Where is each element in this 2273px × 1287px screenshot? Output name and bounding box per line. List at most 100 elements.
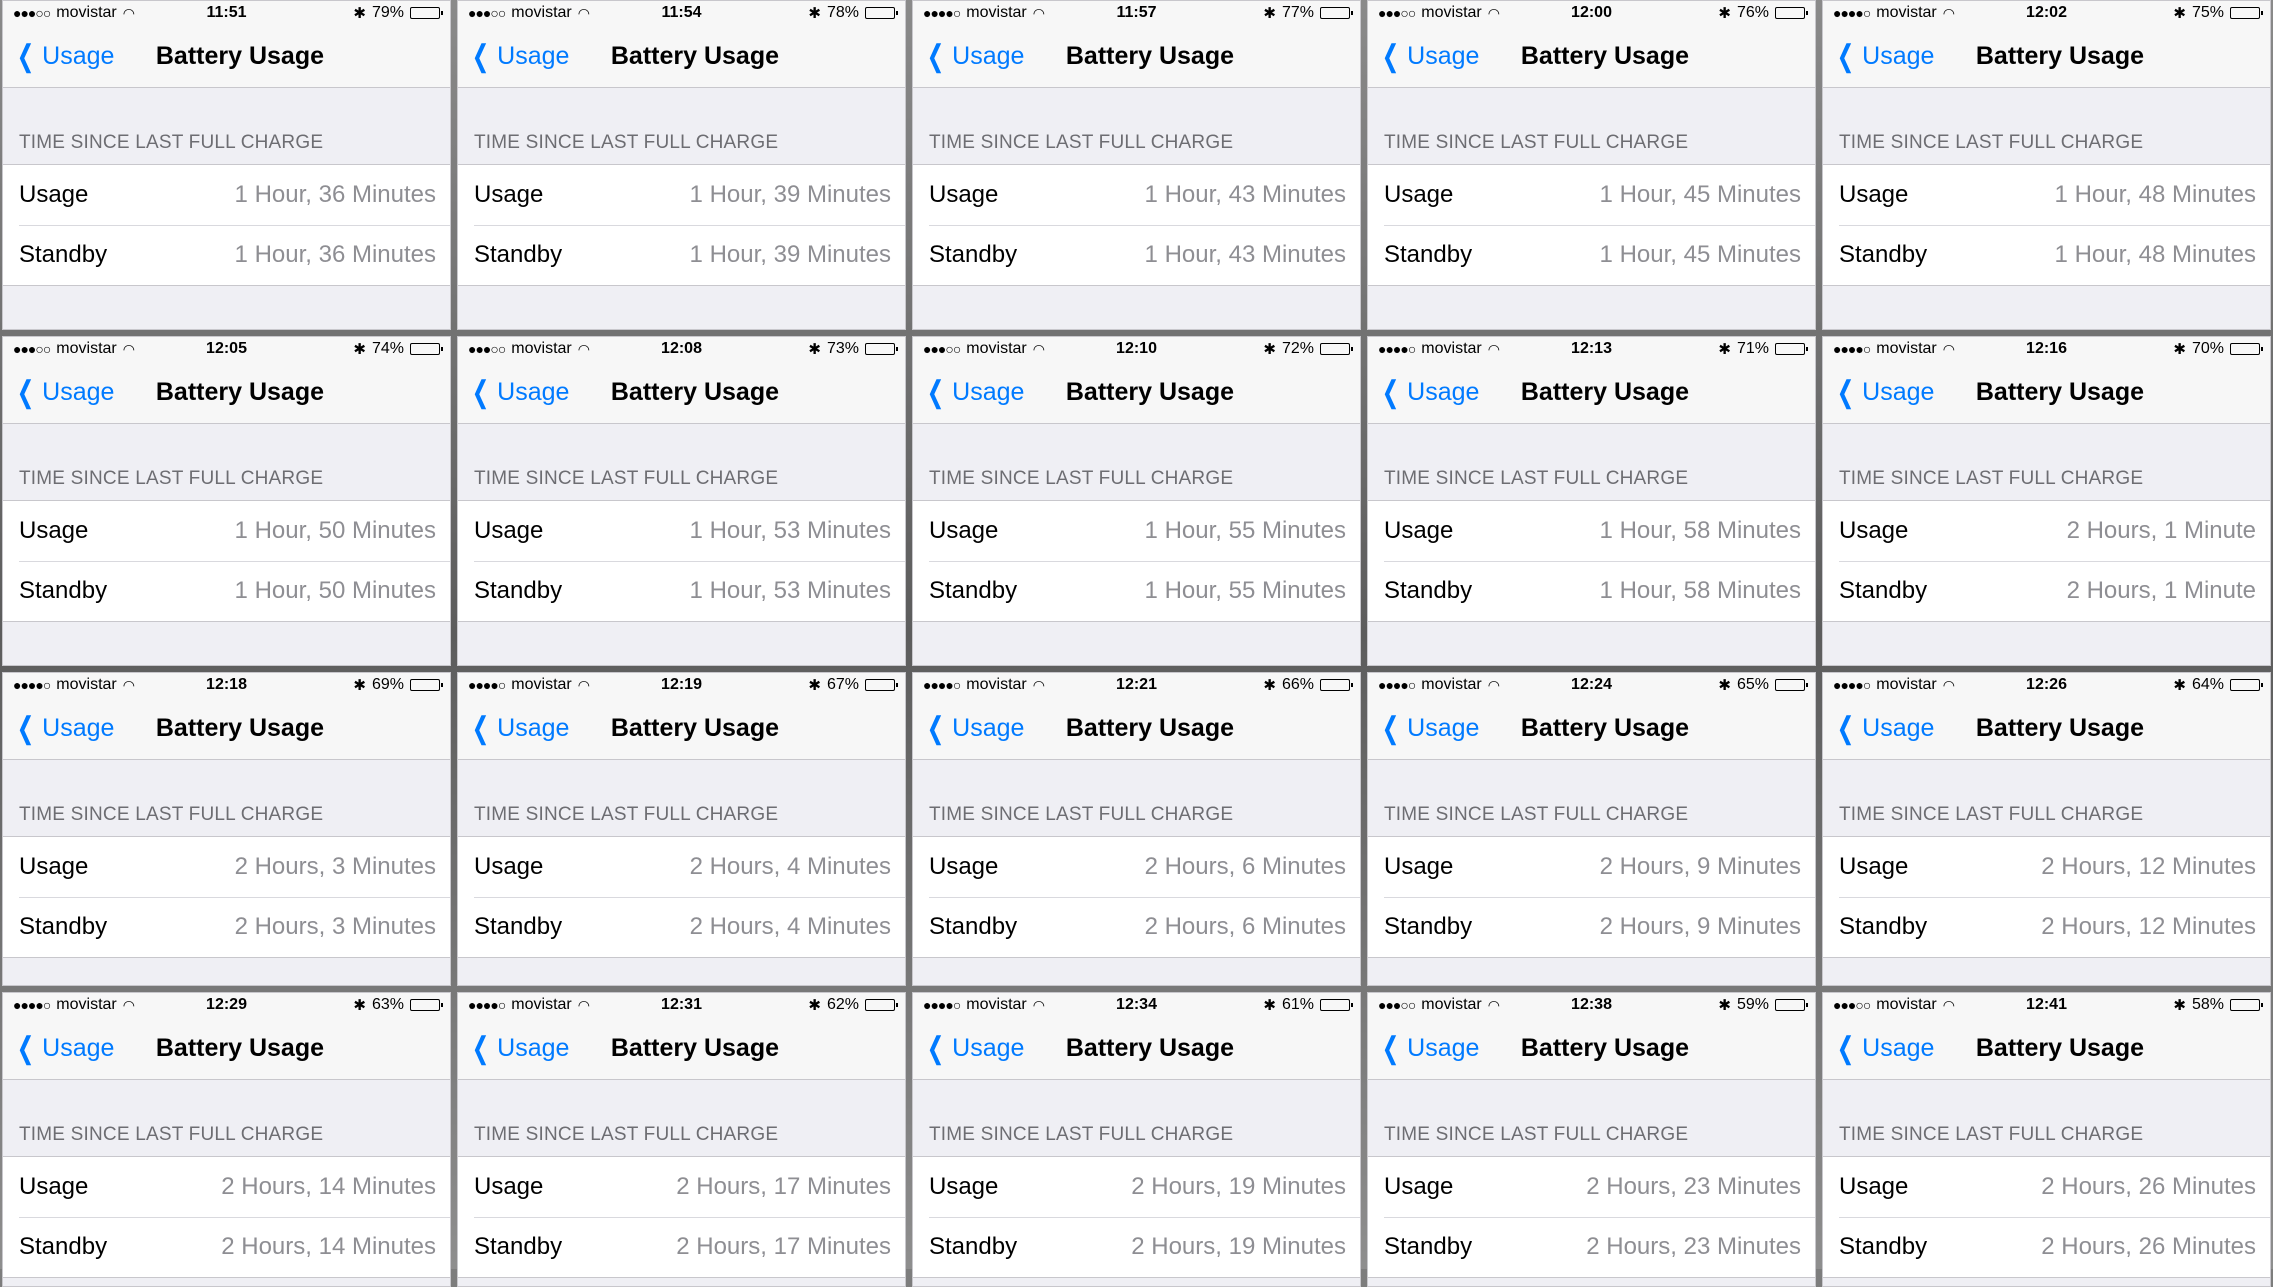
wifi-icon: ◠	[122, 676, 135, 693]
battery-icon	[2230, 679, 2263, 691]
back-button[interactable]: ❮ Usage	[1378, 375, 1480, 410]
usage-label: Usage	[929, 853, 999, 880]
signal-strength-icon: ●●●○○	[1833, 997, 1871, 1013]
carrier-name: movistar	[511, 340, 572, 357]
status-time: 12:21	[1116, 676, 1157, 693]
standby-label: Standby	[474, 1233, 563, 1260]
bluetooth-icon: ✱	[353, 341, 366, 358]
status-right: ✱ 64%	[2173, 676, 2263, 694]
back-button[interactable]: ❮ Usage	[468, 39, 570, 74]
usage-value: 1 Hour, 53 Minutes	[689, 517, 891, 544]
wifi-icon: ◠	[1032, 340, 1045, 357]
status-bar: ●●●●○ movistar ◠ 12:34 ✱ 61%	[913, 993, 1360, 1017]
bluetooth-icon: ✱	[2173, 5, 2186, 22]
section-header: TIME SINCE LAST FULL CHARGE	[1839, 132, 2144, 153]
standby-row: Standby 2 Hours, 23 Minutes	[1368, 1217, 1815, 1277]
standby-value: 2 Hours, 19 Minutes	[1131, 1233, 1346, 1260]
standby-label: Standby	[1384, 577, 1473, 604]
back-button-label: Usage	[1862, 713, 1935, 742]
battery-percentage: 62%	[826, 996, 859, 1013]
standby-row: Standby 2 Hours, 14 Minutes	[3, 1217, 450, 1277]
back-button[interactable]: ❮ Usage	[468, 1031, 570, 1066]
usage-value: 1 Hour, 58 Minutes	[1599, 517, 1801, 544]
back-button[interactable]: ❮ Usage	[923, 375, 1025, 410]
back-button[interactable]: ❮ Usage	[468, 375, 570, 410]
usage-value: 1 Hour, 55 Minutes	[1144, 517, 1346, 544]
wifi-icon: ◠	[577, 676, 590, 693]
battery-usage-screen: ●●●●○ movistar ◠ 12:29 ✱ 63% ❮ Usage Bat…	[2, 992, 451, 1287]
status-time: 12:08	[661, 340, 702, 357]
section-header: TIME SINCE LAST FULL CHARGE	[1384, 468, 1689, 489]
usage-value: 2 Hours, 12 Minutes	[2041, 853, 2256, 880]
navigation-bar: ❮ Usage Battery Usage	[1823, 697, 2270, 760]
battery-usage-screen: ●●●○○ movistar ◠ 12:05 ✱ 74% ❮ Usage Bat…	[2, 336, 451, 666]
back-button-label: Usage	[1407, 713, 1480, 742]
back-button[interactable]: ❮ Usage	[1833, 711, 1935, 746]
usage-value: 1 Hour, 39 Minutes	[689, 181, 891, 208]
usage-table: Usage 1 Hour, 55 Minutes Standby 1 Hour,…	[913, 500, 1360, 622]
battery-icon	[1320, 999, 1353, 1011]
signal-strength-icon: ●●●○○	[13, 5, 51, 21]
back-button[interactable]: ❮ Usage	[1833, 1031, 1935, 1066]
signal-strength-icon: ●●●●○	[1833, 5, 1871, 21]
battery-percentage: 66%	[1281, 676, 1314, 693]
back-button[interactable]: ❮ Usage	[1378, 39, 1480, 74]
back-button[interactable]: ❮ Usage	[13, 375, 115, 410]
section-header: TIME SINCE LAST FULL CHARGE	[1384, 132, 1689, 153]
back-button-label: Usage	[497, 1033, 570, 1062]
back-button[interactable]: ❮ Usage	[13, 39, 115, 74]
status-time: 12:26	[2026, 676, 2067, 693]
chevron-left-icon: ❮	[1836, 711, 1855, 745]
usage-table: Usage 2 Hours, 3 Minutes Standby 2 Hours…	[3, 836, 450, 958]
back-button[interactable]: ❮ Usage	[468, 711, 570, 746]
back-button[interactable]: ❮ Usage	[13, 711, 115, 746]
back-button[interactable]: ❮ Usage	[13, 1031, 115, 1066]
back-button[interactable]: ❮ Usage	[923, 1031, 1025, 1066]
back-button[interactable]: ❮ Usage	[1833, 39, 1935, 74]
status-bar: ●●●●○ movistar ◠ 12:16 ✱ 70%	[1823, 337, 2270, 361]
bluetooth-icon: ✱	[1263, 5, 1276, 22]
navigation-bar: ❮ Usage Battery Usage	[1368, 25, 1815, 88]
status-bar: ●●●●○ movistar ◠ 12:02 ✱ 75%	[1823, 1, 2270, 25]
signal-strength-icon: ●●●○○	[468, 5, 506, 21]
usage-row: Usage 1 Hour, 55 Minutes	[913, 501, 1360, 561]
status-bar: ●●●●○ movistar ◠ 12:18 ✱ 69%	[3, 673, 450, 697]
status-right: ✱ 74%	[353, 340, 443, 358]
wifi-icon: ◠	[577, 996, 590, 1013]
bluetooth-icon: ✱	[808, 5, 821, 22]
signal-strength-icon: ●●●○○	[13, 341, 51, 357]
wifi-icon: ◠	[1487, 996, 1500, 1013]
status-bar: ●●●○○ movistar ◠ 12:41 ✱ 58%	[1823, 993, 2270, 1017]
battery-percentage: 64%	[2191, 676, 2224, 693]
back-button[interactable]: ❮ Usage	[923, 711, 1025, 746]
carrier-name: movistar	[1421, 676, 1482, 693]
bluetooth-icon: ✱	[1263, 341, 1276, 358]
standby-value: 1 Hour, 45 Minutes	[1599, 241, 1801, 268]
status-right: ✱ 70%	[2173, 340, 2263, 358]
carrier-name: movistar	[966, 996, 1027, 1013]
back-button[interactable]: ❮ Usage	[923, 39, 1025, 74]
carrier-name: movistar	[56, 996, 117, 1013]
battery-icon	[1775, 679, 1808, 691]
status-time: 12:02	[2026, 4, 2067, 21]
usage-value: 2 Hours, 4 Minutes	[689, 853, 891, 880]
chevron-left-icon: ❮	[926, 39, 945, 73]
usage-label: Usage	[929, 517, 999, 544]
signal-strength-icon: ●●●○○	[1378, 5, 1416, 21]
wifi-icon: ◠	[1487, 340, 1500, 357]
standby-value: 2 Hours, 6 Minutes	[1144, 913, 1346, 940]
status-time: 12:13	[1571, 340, 1612, 357]
back-button[interactable]: ❮ Usage	[1378, 1031, 1480, 1066]
back-button[interactable]: ❮ Usage	[1378, 711, 1480, 746]
chevron-left-icon: ❮	[16, 711, 35, 745]
carrier-name: movistar	[1421, 4, 1482, 21]
navigation-bar: ❮ Usage Battery Usage	[3, 697, 450, 760]
chevron-left-icon: ❮	[926, 1031, 945, 1065]
back-button[interactable]: ❮ Usage	[1833, 375, 1935, 410]
standby-label: Standby	[929, 577, 1018, 604]
usage-value: 2 Hours, 26 Minutes	[2041, 1173, 2256, 1200]
status-bar: ●●●●○ movistar ◠ 12:31 ✱ 62%	[458, 993, 905, 1017]
status-right: ✱ 71%	[1718, 340, 1808, 358]
wifi-icon: ◠	[1487, 676, 1500, 693]
standby-row: Standby 2 Hours, 19 Minutes	[913, 1217, 1360, 1277]
